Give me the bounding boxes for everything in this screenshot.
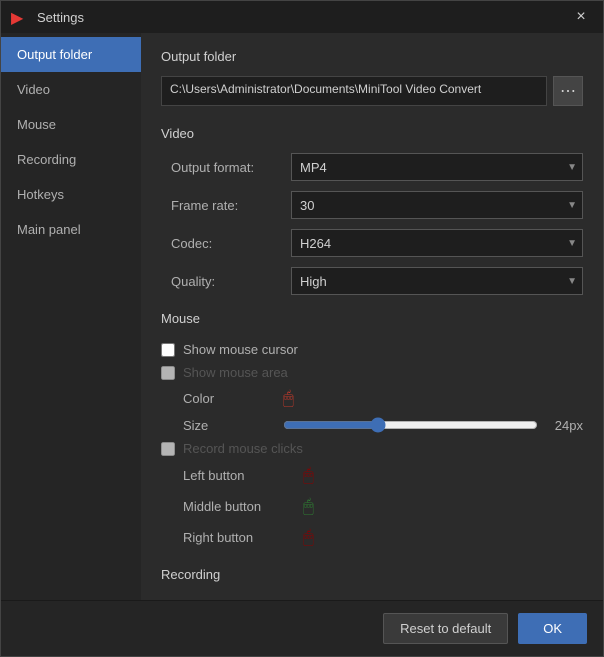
record-clicks-label: Record mouse clicks: [183, 441, 303, 456]
folder-browse-button[interactable]: ⋯: [553, 76, 583, 106]
right-button-row: Right button 🖱: [161, 522, 583, 553]
show-cursor-checkbox[interactable]: [161, 343, 175, 357]
frame-rate-row: Frame rate: 24 25 30 60 ▼: [161, 191, 583, 219]
sidebar-item-mouse[interactable]: Mouse: [1, 107, 141, 142]
content-area: Output folder Video Mouse Recording Hotk…: [1, 33, 603, 600]
show-area-checkbox[interactable]: [161, 366, 175, 380]
size-label: Size: [183, 418, 273, 433]
output-format-label: Output format:: [171, 160, 291, 175]
video-section-title: Video: [161, 126, 583, 141]
footer: Reset to default OK: [1, 600, 603, 656]
codec-label: Codec:: [171, 236, 291, 251]
frame-rate-select[interactable]: 24 25 30 60: [291, 191, 583, 219]
middle-button-row: Middle button 🖱: [161, 491, 583, 522]
output-format-row: Output format: MP4 AVI MKV MOV ▼: [161, 153, 583, 181]
video-section: Video Output format: MP4 AVI MKV MOV ▼: [161, 126, 583, 295]
recording-section: Recording: [161, 567, 583, 582]
color-row: Color 🖱: [161, 384, 583, 413]
output-folder-title: Output folder: [161, 49, 583, 64]
app-icon: ▶: [11, 8, 29, 26]
middle-button-icon: 🖱: [303, 496, 314, 517]
sidebar-item-main-panel[interactable]: Main panel: [1, 212, 141, 247]
left-button-icon: 🖱: [303, 465, 314, 486]
size-row: Size 24px: [161, 413, 583, 437]
quality-label: Quality:: [171, 274, 291, 289]
recording-section-title: Recording: [161, 567, 583, 582]
sidebar-item-video[interactable]: Video: [1, 72, 141, 107]
main-content: Output folder C:\Users\Administrator\Doc…: [141, 33, 603, 600]
frame-rate-label: Frame rate:: [171, 198, 291, 213]
sidebar-item-output-folder[interactable]: Output folder: [1, 37, 141, 72]
reset-button[interactable]: Reset to default: [383, 613, 508, 644]
color-cursor-icon[interactable]: 🖱: [283, 388, 294, 409]
left-button-label: Left button: [183, 468, 303, 483]
show-cursor-row: Show mouse cursor: [161, 338, 583, 361]
sidebar-item-hotkeys[interactable]: Hotkeys: [1, 177, 141, 212]
titlebar-title: Settings: [37, 10, 84, 25]
right-button-icon: 🖱: [303, 527, 314, 548]
ok-button[interactable]: OK: [518, 613, 587, 644]
record-clicks-row: Record mouse clicks: [161, 437, 583, 460]
mouse-section: Mouse Show mouse cursor Show mouse area …: [161, 311, 583, 553]
codec-wrapper: H264 H265 VP9 ▼: [291, 229, 583, 257]
quality-row: Quality: Low Medium High Ultra ▼: [161, 267, 583, 295]
folder-path: C:\Users\Administrator\Documents\MiniToo…: [161, 76, 547, 106]
quality-select[interactable]: Low Medium High Ultra: [291, 267, 583, 295]
show-area-label: Show mouse area: [183, 365, 288, 380]
settings-window: ▶ Settings × Output folder Video Mouse R…: [0, 0, 604, 657]
output-format-select[interactable]: MP4 AVI MKV MOV: [291, 153, 583, 181]
right-button-label: Right button: [183, 530, 303, 545]
show-cursor-label: Show mouse cursor: [183, 342, 298, 357]
folder-row: C:\Users\Administrator\Documents\MiniToo…: [161, 76, 583, 106]
size-slider[interactable]: [283, 417, 538, 433]
quality-wrapper: Low Medium High Ultra ▼: [291, 267, 583, 295]
color-label: Color: [183, 391, 283, 406]
titlebar: ▶ Settings ×: [1, 1, 603, 33]
titlebar-left: ▶ Settings: [11, 8, 84, 26]
mouse-section-title: Mouse: [161, 311, 583, 326]
show-area-row: Show mouse area: [161, 361, 583, 384]
sidebar: Output folder Video Mouse Recording Hotk…: [1, 33, 141, 600]
record-clicks-checkbox[interactable]: [161, 442, 175, 456]
codec-row: Codec: H264 H265 VP9 ▼: [161, 229, 583, 257]
output-format-wrapper: MP4 AVI MKV MOV ▼: [291, 153, 583, 181]
close-button[interactable]: ×: [569, 5, 593, 29]
size-value: 24px: [548, 418, 583, 433]
frame-rate-wrapper: 24 25 30 60 ▼: [291, 191, 583, 219]
left-button-row: Left button 🖱: [161, 460, 583, 491]
codec-select[interactable]: H264 H265 VP9: [291, 229, 583, 257]
middle-button-label: Middle button: [183, 499, 303, 514]
sidebar-item-recording[interactable]: Recording: [1, 142, 141, 177]
